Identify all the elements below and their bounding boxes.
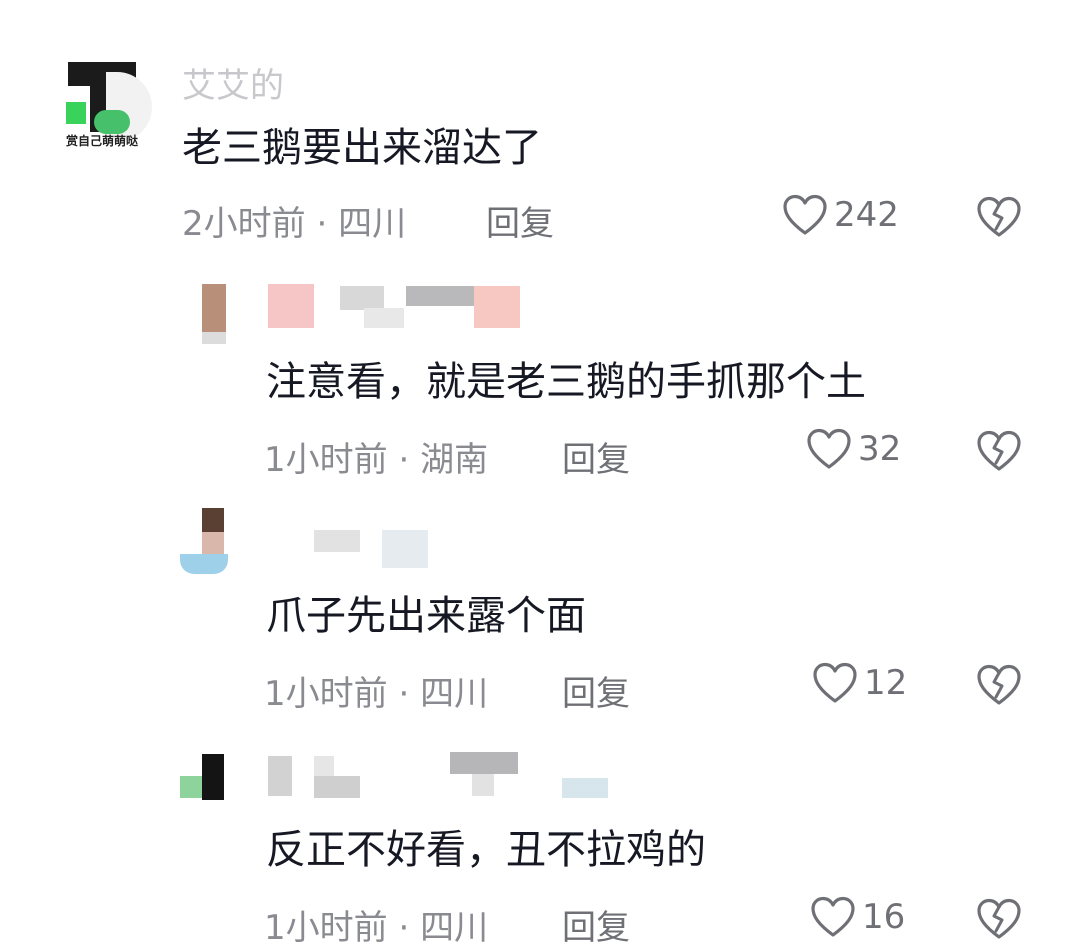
comment-location: 湖南 [420, 440, 489, 480]
blur-block [474, 286, 520, 328]
avatar-pixel-block [202, 508, 224, 532]
blur-block [268, 756, 292, 796]
blur-block [472, 774, 494, 796]
like-count: 12 [864, 663, 908, 703]
blur-block [364, 308, 404, 328]
avatar-pixel-block [202, 532, 224, 556]
commenter-avatar[interactable] [182, 282, 232, 346]
like-button[interactable]: 12 [812, 662, 907, 704]
reply-button[interactable]: 回复 [486, 196, 554, 245]
comment-time: 1小时前 [264, 908, 388, 948]
avatar-green-block [66, 102, 86, 124]
dislike-button[interactable] [976, 664, 1022, 710]
dislike-button[interactable] [976, 196, 1022, 242]
avatar-frog-shape [94, 110, 130, 134]
comment-text: 老三鹅要出来溜达了 [182, 125, 542, 171]
commenter-username-blurred[interactable] [268, 284, 528, 330]
like-button[interactable]: 242 [782, 194, 899, 236]
blur-block [562, 778, 608, 798]
broken-heart-icon [977, 898, 1021, 939]
avatar-badge-text: 赏自己萌萌哒 [66, 134, 139, 148]
comment-location: 四川 [420, 908, 489, 948]
heart-outline-icon [807, 428, 851, 469]
commenter-username-blurred[interactable] [268, 752, 612, 800]
comment-time: 1小时前 [264, 674, 388, 714]
blur-block [450, 752, 518, 774]
blur-block [314, 530, 360, 552]
heart-outline-icon [783, 194, 827, 235]
like-button[interactable]: 16 [810, 896, 905, 938]
like-button[interactable]: 32 [806, 428, 901, 470]
dislike-button[interactable] [976, 430, 1022, 476]
meta-separator: · [398, 674, 410, 714]
commenter-avatar[interactable] [178, 506, 234, 578]
comment-location: 四川 [420, 674, 489, 714]
commenter-username[interactable]: 艾艾的 [182, 58, 284, 107]
reply-button[interactable]: 回复 [562, 900, 630, 949]
blur-block [406, 286, 476, 306]
dislike-button[interactable] [976, 898, 1022, 944]
commenter-username-blurred[interactable] [314, 530, 434, 570]
comment-time: 2小时前 [182, 204, 306, 244]
meta-separator: · [398, 440, 410, 480]
comment-meta: 1小时前 · 四川 [264, 900, 488, 949]
broken-heart-icon [977, 664, 1021, 705]
comment-time: 1小时前 [264, 440, 388, 480]
blur-block [314, 756, 334, 776]
broken-heart-icon [977, 430, 1021, 471]
avatar-pixel-block [202, 332, 226, 344]
blur-block [340, 286, 384, 310]
comment-meta: 2小时前 · 四川 [182, 196, 406, 245]
heart-outline-icon [813, 662, 857, 703]
heart-outline-icon [811, 896, 855, 937]
meta-separator: · [398, 908, 410, 948]
like-count: 16 [862, 897, 906, 937]
commenter-avatar[interactable] [178, 748, 234, 804]
comment-text: 反正不好看，丑不拉鸡的 [266, 827, 706, 873]
avatar-pixel-block [202, 754, 224, 800]
commenter-avatar[interactable]: 赏自己萌萌哒 [66, 62, 156, 152]
avatar-pixel-block [180, 776, 202, 798]
meta-separator: · [316, 204, 328, 244]
avatar-pixel-block [180, 554, 228, 574]
comment-meta: 1小时前 · 四川 [264, 666, 488, 715]
comment-meta: 1小时前 · 湖南 [264, 432, 488, 481]
blur-block [382, 530, 428, 568]
avatar-pixel-block [202, 284, 226, 332]
broken-heart-icon [977, 196, 1021, 237]
comment-text: 爪子先出来露个面 [266, 593, 586, 639]
blur-block [314, 776, 360, 798]
reply-button[interactable]: 回复 [562, 666, 630, 715]
comment-location: 四川 [338, 204, 407, 244]
like-count: 32 [858, 429, 902, 469]
like-count: 242 [834, 195, 899, 235]
blur-block [268, 284, 314, 328]
reply-button[interactable]: 回复 [562, 432, 630, 481]
comment-text: 注意看，就是老三鹅的手抓那个土 [266, 359, 866, 405]
